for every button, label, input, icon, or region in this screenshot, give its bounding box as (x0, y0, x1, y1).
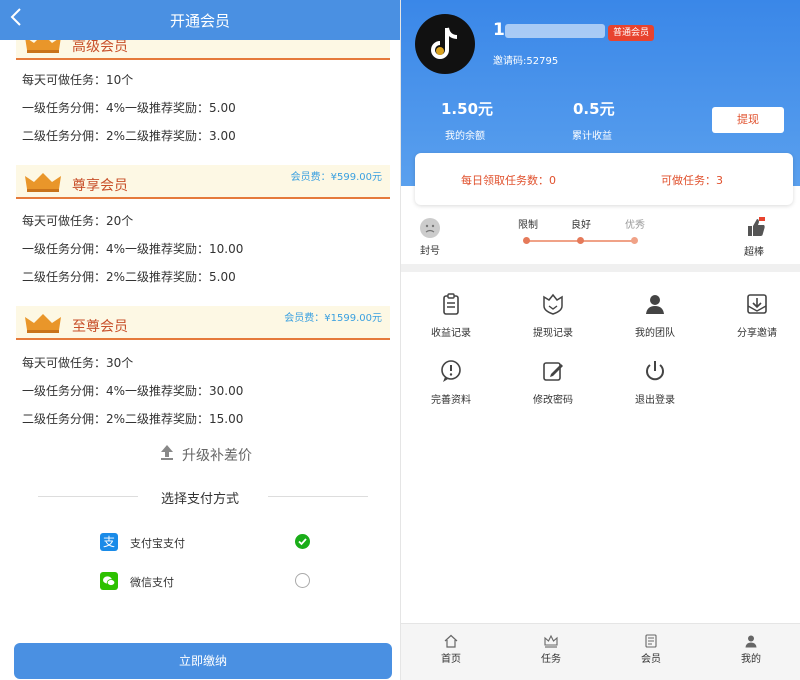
member-card-icon (645, 634, 657, 648)
tab-label: 首页 (441, 654, 461, 665)
tier-line: 一级任务分佣：4%一级推荐奖励：30.00 (22, 384, 244, 398)
payment-method-title: 选择支付方式 (160, 492, 239, 507)
crown-icon (544, 634, 558, 648)
menu-change-password[interactable]: 修改密码 (503, 347, 603, 407)
menu-my-team[interactable]: 我的团队 (605, 280, 705, 340)
pay-option-label: 微信支付 (130, 576, 174, 589)
upgrade-label: 升级补差价 (182, 448, 252, 464)
credit-level-bar: 封号 限制 良好 优秀 超棒 (401, 208, 800, 264)
pay-option-label: 支付宝支付 (130, 537, 185, 550)
tier-line: 二级任务分佣：2%二级推荐奖励：3.00 (22, 129, 236, 143)
user-icon (745, 635, 757, 648)
earnings-value: 0.5元 (573, 100, 615, 118)
level-dot (631, 237, 638, 244)
task-summary-card: 每日领取任务数：0 可做任务：3 (415, 153, 793, 205)
tier-header-premium[interactable]: 尊享会员 会员费：¥599.00元 (16, 165, 390, 199)
tier-line: 每天可做任务：20个 (22, 214, 134, 228)
radio-checked-icon[interactable] (295, 534, 310, 549)
menu-label: 完善资料 (431, 395, 471, 406)
tab-label: 我的 (741, 654, 761, 665)
level-min-label: 封号 (420, 246, 440, 257)
menu-share-invite[interactable]: 分享邀请 (707, 280, 800, 340)
page-title: 开通会员 (169, 12, 230, 30)
menu-label: 我的团队 (635, 328, 675, 339)
menu-label: 分享邀请 (737, 328, 777, 339)
level-label: 良好 (571, 220, 591, 231)
team-icon (646, 295, 664, 314)
tab-home[interactable]: 首页 (401, 624, 501, 680)
menu-withdraw-records[interactable]: 提现记录 (503, 280, 603, 340)
tier-line: 二级任务分佣：2%二级推荐奖励：15.00 (22, 412, 244, 426)
tier-name: 至尊会员 (72, 319, 128, 335)
available-task-count: 可做任务：3 (661, 174, 723, 187)
info-icon (441, 360, 461, 382)
menu-complete-profile[interactable]: 完善资料 (401, 347, 501, 407)
pay-option-wechat[interactable]: 微信支付 (100, 570, 310, 594)
tier-name: 尊享会员 (72, 178, 128, 194)
pay-now-button[interactable]: 立即缴纳 (14, 643, 392, 679)
menu-label: 提现记录 (533, 328, 573, 339)
balance-value: 1.50元 (441, 100, 494, 118)
upgrade-price-diff-button[interactable]: 升级补差价 (160, 444, 252, 465)
crown-icon (25, 173, 61, 192)
tab-member[interactable]: 会员 (601, 624, 701, 680)
tier-fee: 会员费：¥1599.00元 (284, 313, 382, 324)
wechat-icon (100, 572, 118, 590)
tab-mine[interactable]: 我的 (701, 624, 800, 680)
balance-label: 我的余额 (445, 131, 485, 142)
withdraw-button[interactable]: 提现 (712, 107, 784, 133)
edit-icon (543, 362, 563, 381)
home-icon (444, 634, 458, 648)
menu-label: 修改密码 (533, 395, 573, 406)
tab-tasks[interactable]: 任务 (501, 624, 601, 680)
bottom-tab-bar: 首页 任务 会员 我的 (401, 623, 800, 680)
menu-income-records[interactable]: 收益记录 (401, 280, 501, 340)
pay-option-alipay[interactable]: 支 支付宝支付 (100, 531, 310, 555)
radio-unchecked-icon[interactable] (295, 573, 310, 588)
share-icon (747, 294, 767, 314)
invite-code: 邀请码:52795 (493, 56, 559, 67)
daily-task-count: 每日领取任务数：0 (461, 174, 556, 187)
alipay-icon: 支 (100, 533, 118, 551)
tab-label: 会员 (641, 654, 661, 665)
avatar[interactable] (415, 14, 475, 74)
power-icon (646, 361, 664, 381)
level-max-label: 超棒 (744, 247, 764, 258)
thumbs-up-icon (748, 217, 765, 236)
level-dot (523, 237, 530, 244)
menu-logout[interactable]: 退出登录 (605, 347, 705, 407)
membership-page: 开通会员 高级会员 每天可做任务：10个 一级任务分佣：4%一级推荐奖励：5.0… (0, 0, 400, 680)
profile-page: 1 普通会员 邀请码:52795 1.50元 我的余额 0.5元 累计收益 提现… (400, 0, 800, 680)
clipboard-icon (443, 293, 459, 315)
tier-fee: 会员费：¥599.00元 (290, 172, 382, 183)
tab-label: 任务 (541, 654, 561, 665)
tier-line: 一级任务分佣：4%一级推荐奖励：5.00 (22, 101, 236, 115)
tier-header-supreme[interactable]: 至尊会员 会员费：¥1599.00元 (16, 306, 390, 340)
sad-face-icon (420, 218, 440, 238)
tiktok-logo-icon (431, 27, 458, 59)
tier-line: 一级任务分佣：4%一级推荐奖励：10.00 (22, 242, 244, 256)
menu-label: 收益记录 (431, 328, 471, 339)
section-divider (401, 264, 800, 272)
level-dot (577, 237, 584, 244)
crown-icon (25, 314, 61, 333)
tier-line: 二级任务分佣：2%二级推荐奖励：5.00 (22, 270, 236, 284)
shield-icon (543, 293, 563, 315)
tier-line: 每天可做任务：10个 (22, 73, 134, 87)
header-bar: 开通会员 (0, 0, 400, 40)
member-level-badge: 普通会员 (608, 25, 655, 41)
tier-line: 每天可做任务：30个 (22, 356, 134, 370)
username-mask (505, 24, 605, 38)
menu-label: 退出登录 (635, 395, 675, 406)
level-label: 限制 (518, 220, 538, 231)
username: 1 (493, 20, 505, 40)
upload-arrow-icon (160, 444, 174, 464)
earnings-label: 累计收益 (572, 131, 612, 142)
level-label: 优秀 (625, 220, 645, 231)
